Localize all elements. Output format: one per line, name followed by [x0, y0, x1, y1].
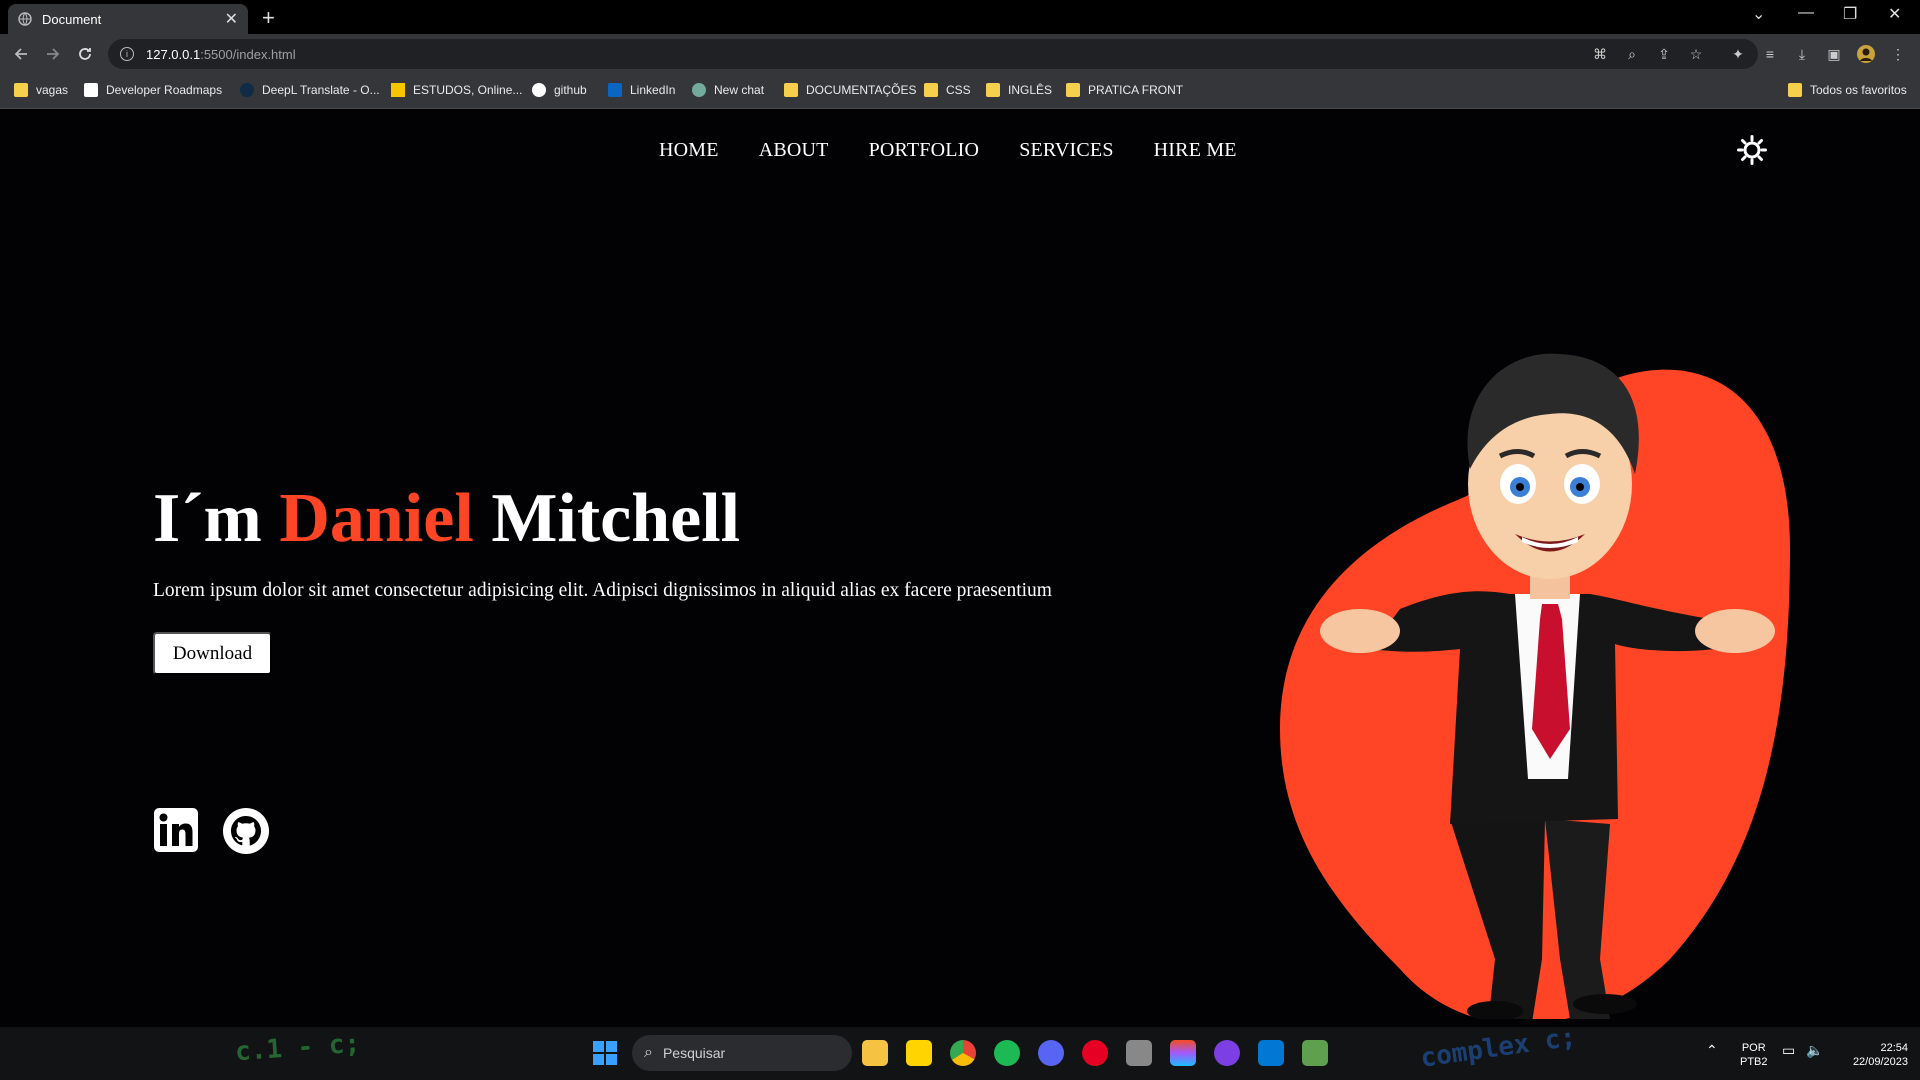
- figma-icon[interactable]: [1170, 1040, 1196, 1066]
- minimize-button[interactable]: —: [1798, 4, 1814, 22]
- hero-title-suffix: Mitchell: [473, 480, 741, 557]
- clock[interactable]: 22:54 22/09/2023: [1836, 1041, 1908, 1069]
- nav-hire-me[interactable]: HIRE ME: [1154, 139, 1237, 162]
- folder-icon: [986, 83, 1000, 97]
- sticky-notes-icon[interactable]: [906, 1040, 932, 1066]
- restore-button[interactable]: ❐: [1843, 4, 1857, 24]
- bookmark-new-chat[interactable]: New chat: [692, 83, 764, 97]
- url-path: :5500/index.html: [200, 46, 296, 62]
- show-hidden-icons[interactable]: ⌃: [1706, 1043, 1718, 1057]
- bookmark-css[interactable]: CSS: [924, 83, 971, 97]
- close-tab-icon[interactable]: ✕: [225, 9, 238, 29]
- linkedin-small-icon: [608, 83, 622, 97]
- hero-title-prefix: I´m: [153, 480, 280, 557]
- tab-search-icon[interactable]: ⌄: [1752, 4, 1765, 24]
- windows-start-icon[interactable]: [592, 1040, 618, 1066]
- nav-services[interactable]: SERVICES: [1019, 139, 1113, 162]
- reload-icon[interactable]: [74, 43, 96, 65]
- bookmark-developer-roadmaps[interactable]: Developer Roadmaps: [84, 83, 222, 97]
- nav-portfolio[interactable]: PORTFOLIO: [869, 139, 980, 162]
- windows-taskbar: c.1 - c; complex c; ⌕ Pesquisar ⌃ POR PT…: [0, 1022, 1920, 1080]
- wallpaper-code-decoration: c.1 - c;: [234, 1028, 362, 1068]
- github-desktop-icon[interactable]: [1214, 1040, 1240, 1066]
- bookmark-linkedin[interactable]: LinkedIn: [608, 83, 675, 97]
- portfolio-page: HOME ABOUT PORTFOLIO SERVICES HIRE ME I´…: [0, 109, 1920, 1027]
- volume-icon[interactable]: 🔈: [1806, 1043, 1823, 1057]
- zoom-icon[interactable]: ⌕: [1622, 44, 1642, 64]
- nodejs-icon[interactable]: [1302, 1040, 1328, 1066]
- download-icon[interactable]: ⤓: [1792, 44, 1812, 64]
- search-placeholder: Pesquisar: [662, 1045, 726, 1061]
- browser-toolbar: i 127.0.0.1 :5500/index.html ⌘ ⌕ ⇪ ☆ ✦ ≡…: [0, 34, 1920, 75]
- forward-icon[interactable]: [42, 43, 64, 65]
- bookmark-vagas[interactable]: vagas: [14, 83, 68, 97]
- folder-icon: [1066, 83, 1080, 97]
- reading-list-icon[interactable]: ≡: [1760, 44, 1780, 64]
- bookmarks-bar: vagas Developer Roadmaps DeepL Translate…: [0, 75, 1920, 109]
- share-icon[interactable]: ⇪: [1654, 44, 1674, 64]
- bookmark-github[interactable]: github: [532, 83, 587, 97]
- folder-icon: [784, 83, 798, 97]
- nav-about[interactable]: ABOUT: [759, 139, 829, 162]
- translate-icon[interactable]: ⌘: [1590, 44, 1610, 64]
- tab-title: Document: [42, 11, 102, 27]
- roadmap-icon: [84, 83, 98, 97]
- side-panel-icon[interactable]: ▣: [1824, 44, 1844, 64]
- hero-title: I´m Daniel Mitchell: [153, 479, 740, 559]
- github-small-icon: [532, 83, 546, 97]
- bookmark-pratica-front[interactable]: PRATICA FRONT: [1066, 83, 1183, 97]
- browser-tab-bar: Document ✕ + ⌄ — ❐ ✕: [0, 0, 1920, 34]
- spotify-icon[interactable]: [994, 1040, 1020, 1066]
- github-icon[interactable]: [222, 807, 269, 854]
- close-window-button[interactable]: ✕: [1888, 4, 1901, 24]
- chat-icon: [692, 83, 706, 97]
- deepl-icon: [240, 83, 254, 97]
- language-indicator[interactable]: POR PTB2: [1740, 1041, 1768, 1069]
- sun-icon[interactable]: [1737, 135, 1767, 165]
- profile-avatar[interactable]: [1856, 44, 1876, 64]
- new-tab-button[interactable]: +: [262, 5, 275, 31]
- back-icon[interactable]: [10, 43, 32, 65]
- extensions-icon[interactable]: ✦: [1728, 44, 1748, 64]
- linkedin-icon[interactable]: [153, 807, 199, 853]
- hero-description: Lorem ipsum dolor sit amet consectetur a…: [153, 580, 1052, 601]
- address-bar[interactable]: i 127.0.0.1 :5500/index.html: [108, 39, 1758, 69]
- main-nav: HOME ABOUT PORTFOLIO SERVICES HIRE ME: [659, 139, 1237, 162]
- chrome-icon[interactable]: [950, 1040, 976, 1066]
- bookmark-documentacoes[interactable]: DOCUMENTAÇÕES: [784, 83, 916, 97]
- bookmark-star-icon[interactable]: ☆: [1686, 44, 1706, 64]
- cartoon-businessman-illustration: [1280, 353, 1790, 1019]
- search-icon: ⌕: [644, 1044, 653, 1061]
- pinterest-icon[interactable]: [1082, 1040, 1108, 1066]
- url-host: 127.0.0.1: [146, 46, 201, 62]
- taskbar-search[interactable]: ⌕ Pesquisar: [632, 1035, 852, 1071]
- wallpaper-code-decoration-right: complex c;: [1418, 1022, 1578, 1074]
- hero-title-accent: Daniel: [279, 480, 474, 557]
- miro-icon: [391, 83, 405, 97]
- download-button[interactable]: Download: [153, 632, 272, 675]
- vscode-icon[interactable]: [1258, 1040, 1284, 1066]
- bookmark-deepl[interactable]: DeepL Translate - O...: [240, 83, 380, 97]
- folder-icon: [14, 83, 28, 97]
- folder-icon: [1788, 83, 1802, 97]
- browser-tab[interactable]: Document ✕: [8, 4, 248, 34]
- file-explorer-icon[interactable]: [862, 1040, 888, 1066]
- site-info-icon[interactable]: i: [120, 47, 134, 61]
- app-icon[interactable]: [1126, 1040, 1152, 1066]
- nav-home[interactable]: HOME: [659, 139, 719, 162]
- bookmark-estudos[interactable]: ESTUDOS, Online...: [391, 83, 522, 97]
- discord-icon[interactable]: [1038, 1040, 1064, 1066]
- network-icon[interactable]: ▭: [1782, 1043, 1795, 1057]
- bookmark-ingles[interactable]: INGLÊS: [986, 83, 1052, 97]
- folder-icon: [924, 83, 938, 97]
- bookmark-all-favorites[interactable]: Todos os favoritos: [1788, 83, 1907, 97]
- menu-icon[interactable]: ⋮: [1888, 44, 1908, 64]
- globe-icon: [18, 12, 32, 26]
